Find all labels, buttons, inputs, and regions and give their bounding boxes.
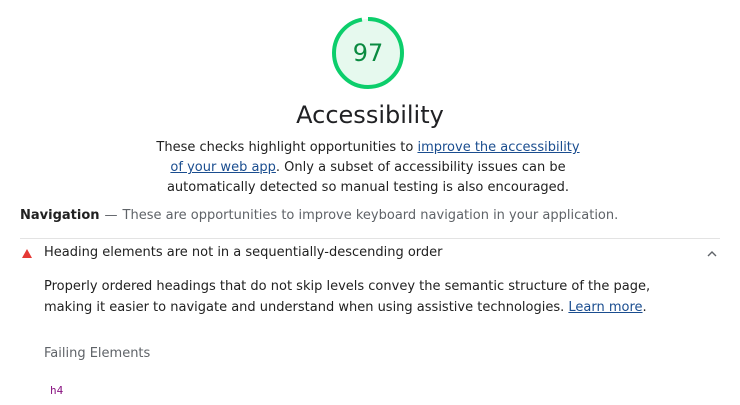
category-description: These checks highlight opportunities to … <box>150 138 586 198</box>
failing-node-h4[interactable]: h4 <box>50 384 63 397</box>
chevron-up-icon[interactable] <box>706 248 718 260</box>
score-gauge: 97 <box>331 16 405 90</box>
score-value: 97 <box>352 39 384 67</box>
audit-description: Properly ordered headings that do not sk… <box>44 276 684 318</box>
audit-description-text: Properly ordered headings that do not sk… <box>44 279 651 315</box>
audit-title[interactable]: Heading elements are not in a sequential… <box>44 245 443 260</box>
group-separator: — <box>104 208 118 223</box>
group-header-navigation: Navigation — These are opportunities to im… <box>20 207 618 225</box>
group-description: These are opportunities to improve keybo… <box>122 208 619 223</box>
warning-triangle-icon <box>22 249 32 258</box>
category-title: Accessibility <box>296 101 444 129</box>
audit-heading-order[interactable]: Heading elements are not in a sequential… <box>20 244 720 266</box>
failing-elements-label: Failing Elements <box>44 346 151 361</box>
group-title: Navigation <box>20 208 100 223</box>
divider <box>20 238 720 239</box>
audit-description-end: . <box>642 300 647 315</box>
description-text-before: These checks highlight opportunities to <box>156 140 418 155</box>
learn-more-link[interactable]: Learn more <box>568 300 642 315</box>
